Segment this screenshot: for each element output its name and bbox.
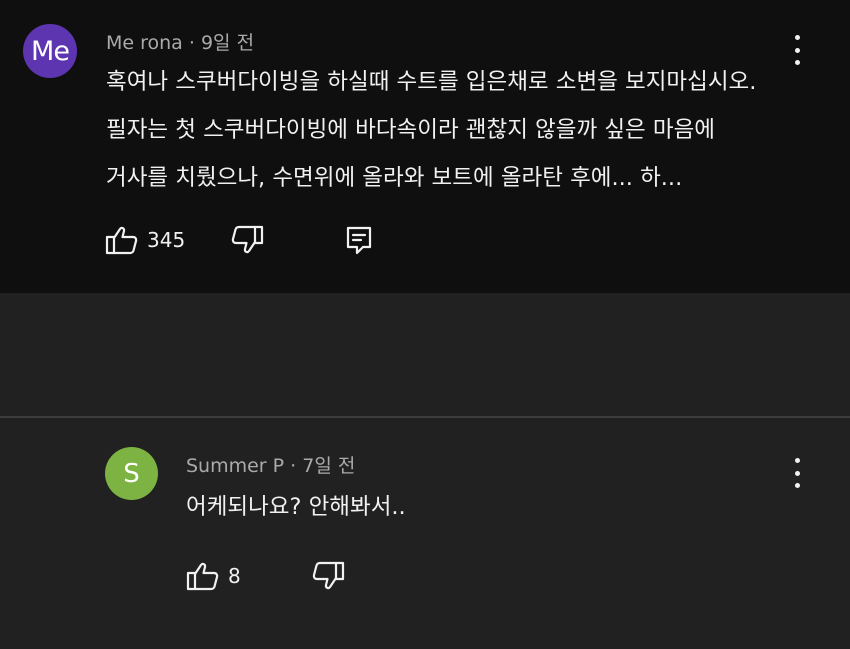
- reply-icon: [346, 226, 372, 255]
- menu-dot: [794, 470, 800, 476]
- menu-dot: [794, 60, 800, 65]
- thumbs-down-icon: [312, 561, 345, 590]
- meta-separator: ·: [290, 455, 297, 477]
- like-count: 8: [228, 564, 241, 588]
- menu-dot: [794, 483, 800, 488]
- thumbs-up-icon: [186, 562, 219, 591]
- comment-line: 거사를 치뤘으나, 수면위에 올라와 보트에 올라탄 후에... 하...: [106, 165, 683, 191]
- comment-line: 필자는 첫 스쿠버다이빙에 바다속이라 괜찮지 않을까 싶은 마음에: [106, 117, 715, 143]
- comment-meta: Summer P · 7일 전: [186, 451, 355, 478]
- comment-time[interactable]: 7일 전: [302, 455, 355, 477]
- like-button[interactable]: 8: [186, 561, 241, 591]
- menu-dot: [794, 35, 800, 40]
- more-vert-icon[interactable]: [792, 458, 802, 488]
- author-name[interactable]: Summer P: [186, 455, 284, 477]
- meta-separator: ·: [188, 32, 195, 54]
- dislike-button[interactable]: [230, 225, 264, 255]
- menu-dot: [794, 458, 800, 463]
- avatar[interactable]: Me: [23, 24, 77, 78]
- reply-button[interactable]: [345, 225, 373, 255]
- dislike-button[interactable]: [311, 561, 345, 591]
- comment-body: 혹여나 스쿠버다이빙을 하실때 수트를 입은채로 소변을 보지마십시오. 필자는…: [106, 58, 756, 202]
- comment-line: 혹여나 스쿠버다이빙을 하실때 수트를 입은채로 소변을 보지마십시오.: [106, 69, 757, 95]
- comment-time[interactable]: 9일 전: [201, 32, 254, 54]
- comment-line: 어케되나요? 안해봐서..: [186, 494, 406, 520]
- avatar-initials: S: [123, 458, 140, 489]
- like-button[interactable]: 345: [105, 225, 185, 255]
- avatar[interactable]: S: [105, 447, 158, 500]
- comment-divider: [0, 416, 850, 418]
- thumbs-up-icon: [105, 226, 138, 255]
- avatar-initials: Me: [31, 35, 70, 67]
- thumbs-down-icon: [231, 225, 264, 254]
- author-name[interactable]: Me rona: [106, 32, 183, 54]
- more-vert-icon[interactable]: [792, 35, 802, 65]
- comment-body: 어케되나요? 안해봐서..: [186, 483, 406, 531]
- like-count: 345: [147, 228, 186, 252]
- menu-dot: [794, 47, 800, 53]
- comment-meta: Me rona · 9일 전: [106, 28, 254, 55]
